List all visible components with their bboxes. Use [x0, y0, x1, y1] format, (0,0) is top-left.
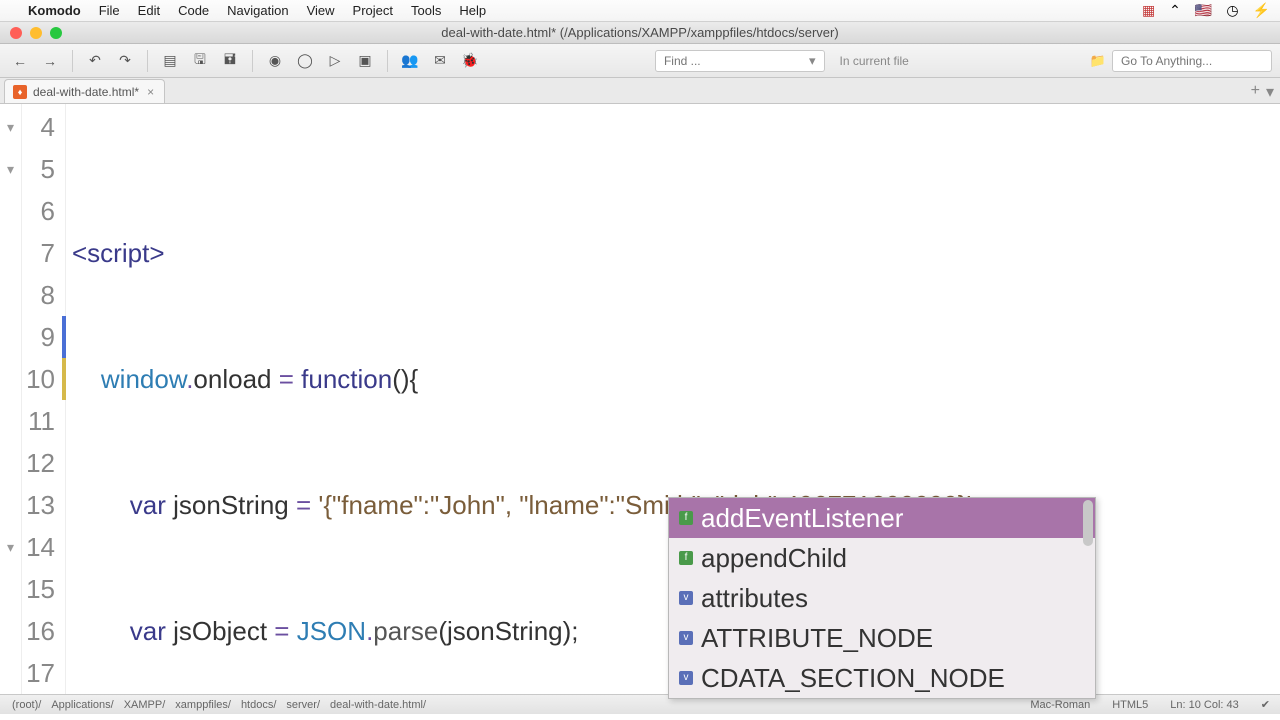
scope-label[interactable]: In current file [839, 54, 908, 68]
battery-icon[interactable]: ⚡ [1253, 2, 1270, 19]
menu-file[interactable]: File [99, 3, 120, 18]
autocomplete-scrollbar[interactable] [1083, 500, 1093, 546]
variable-badge-icon: v [679, 591, 693, 605]
menu-app[interactable]: Komodo [28, 3, 81, 18]
close-tab-button[interactable]: × [145, 85, 156, 99]
close-window-button[interactable] [10, 27, 22, 39]
html-file-icon: ♦ [13, 85, 27, 99]
play-button[interactable]: ▷ [323, 50, 347, 72]
autocomplete-item-attributes[interactable]: vattributes [669, 578, 1095, 618]
cursor-position-label: Ln: 10 Col: 43 [1170, 699, 1239, 711]
add-tab-button[interactable]: + [1251, 82, 1260, 102]
forward-button[interactable]: → [38, 50, 62, 72]
clock-icon[interactable]: ◷ [1226, 2, 1238, 19]
users-button[interactable]: 👥 [398, 50, 422, 72]
status-check-icon[interactable]: ✔ [1261, 698, 1270, 711]
save-all-button[interactable]: 🖬 [218, 50, 242, 72]
goto-input[interactable] [1112, 50, 1272, 72]
debug-button[interactable]: 🐞 [458, 50, 482, 72]
window-title: deal-with-date.html* (/Applications/XAMP… [0, 25, 1280, 40]
zoom-window-button[interactable] [50, 27, 62, 39]
wifi-icon[interactable]: ⌃ [1169, 2, 1181, 19]
breadcrumb[interactable]: XAMPP/ [122, 699, 168, 711]
folder-icon[interactable]: 📁 [1090, 53, 1106, 69]
window-titlebar: deal-with-date.html* (/Applications/XAMP… [0, 22, 1280, 44]
language-label[interactable]: HTML5 [1112, 699, 1148, 711]
breadcrumb[interactable]: xamppfiles/ [173, 699, 233, 711]
tab-strip: ♦ deal-with-date.html* × + ▾ [0, 78, 1280, 104]
find-dropdown-icon[interactable]: ▾ [809, 53, 816, 69]
autocomplete-item-attribute-node[interactable]: vATTRIBUTE_NODE [669, 618, 1095, 658]
tab-label: deal-with-date.html* [33, 85, 139, 99]
autocomplete-popup[interactable]: faddEventListener fappendChild vattribut… [668, 497, 1096, 699]
breadcrumb[interactable]: Applications/ [49, 699, 115, 711]
menu-project[interactable]: Project [353, 3, 393, 18]
record-button[interactable]: ◉ [263, 50, 287, 72]
menu-navigation[interactable]: Navigation [227, 3, 288, 18]
autocomplete-item-appendchild[interactable]: fappendChild [669, 538, 1095, 578]
redo-button[interactable]: ↷ [113, 50, 137, 72]
fold-column[interactable]: ▾▾▾ [0, 104, 22, 694]
menu-tools[interactable]: Tools [411, 3, 441, 18]
menu-edit[interactable]: Edit [138, 3, 160, 18]
breadcrumb[interactable]: deal-with-date.html/ [328, 699, 428, 711]
encoding-label[interactable]: Mac-Roman [1030, 699, 1090, 711]
tab-menu-button[interactable]: ▾ [1266, 82, 1274, 102]
breadcrumb[interactable]: htdocs/ [239, 699, 278, 711]
variable-badge-icon: v [679, 671, 693, 685]
minimize-window-button[interactable] [30, 27, 42, 39]
code-editor[interactable]: ▾▾▾ 4567891011121314151617 <script> wind… [0, 104, 1280, 694]
back-button[interactable]: ← [8, 50, 32, 72]
undo-button[interactable]: ↶ [83, 50, 107, 72]
mail-button[interactable]: ✉ [428, 50, 452, 72]
function-badge-icon: f [679, 551, 693, 565]
toolbar: ← → ↶ ↷ ▤ 🖫 🖬 ◉ ◯ ▷ ▣ 👥 ✉ 🐞 ▾ In current… [0, 44, 1280, 78]
preview-button[interactable]: ▣ [353, 50, 377, 72]
find-input[interactable] [655, 50, 825, 72]
menulet-icon[interactable]: ▦ [1142, 2, 1155, 19]
menu-help[interactable]: Help [459, 3, 486, 18]
autocomplete-item-addeventlistener[interactable]: faddEventListener [669, 498, 1095, 538]
variable-badge-icon: v [679, 631, 693, 645]
tab-deal-with-date[interactable]: ♦ deal-with-date.html* × [4, 79, 165, 103]
save-button[interactable]: 🖫 [188, 50, 212, 72]
menu-code[interactable]: Code [178, 3, 209, 18]
breadcrumb[interactable]: (root)/ [10, 699, 43, 711]
line-number-gutter: 4567891011121314151617 [22, 104, 66, 694]
autocomplete-item-cdata-section-node[interactable]: vCDATA_SECTION_NODE [669, 658, 1095, 698]
breadcrumb[interactable]: server/ [284, 699, 322, 711]
menu-view[interactable]: View [307, 3, 335, 18]
flag-icon[interactable]: 🇺🇸 [1195, 2, 1212, 19]
function-badge-icon: f [679, 511, 693, 525]
macos-menubar: Komodo File Edit Code Navigation View Pr… [0, 0, 1280, 22]
new-file-button[interactable]: ▤ [158, 50, 182, 72]
stop-button[interactable]: ◯ [293, 50, 317, 72]
